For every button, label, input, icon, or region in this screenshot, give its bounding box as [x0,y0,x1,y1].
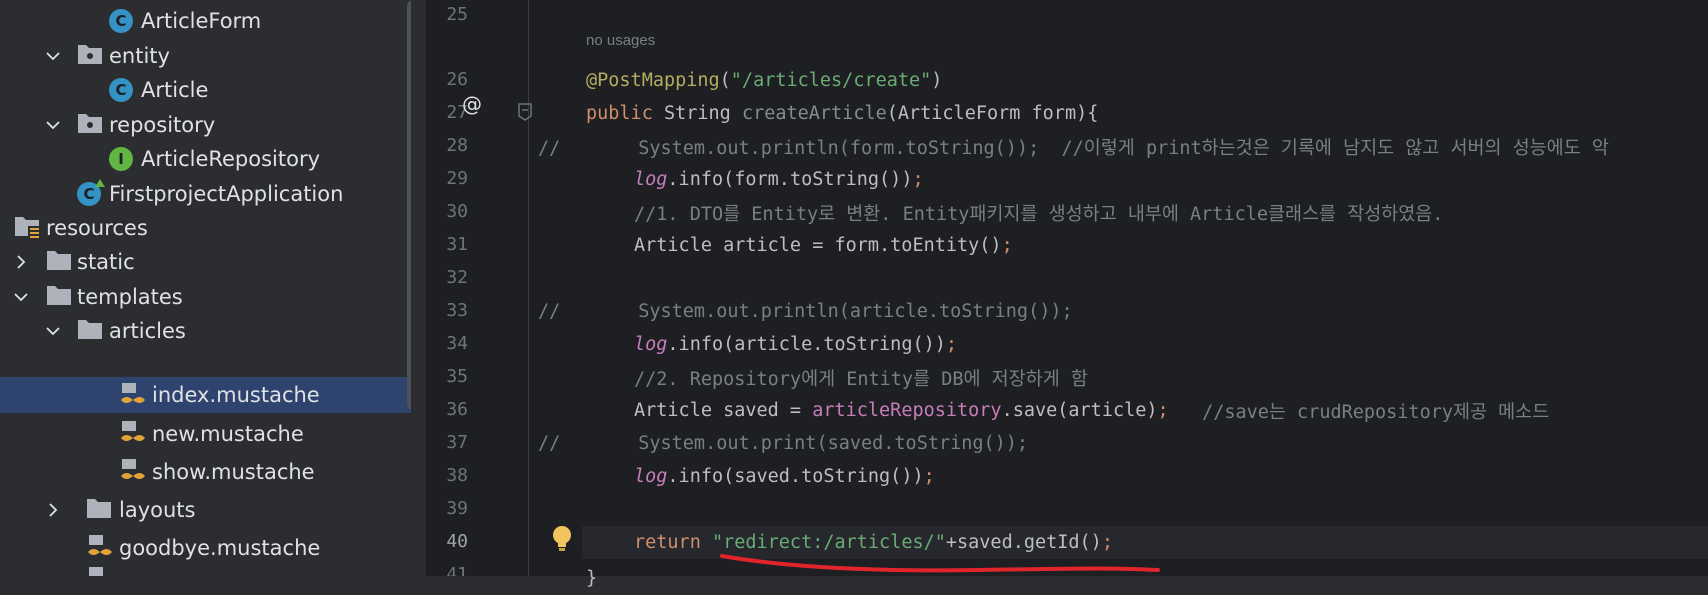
code-line-38: log .info(saved.toString()); [634,466,935,487]
mustache-file-icon [119,458,145,484]
tree-item-entity[interactable]: entity [0,37,411,74]
line-number: 31 [446,234,468,255]
run-marker-icon [95,179,105,187]
line-number-current: 40 [446,531,468,552]
tree-item-templates[interactable]: templates [0,278,411,315]
code-line-36: Article saved = articleRepository .save(a… [634,400,1550,423]
tree-item-new-mustache[interactable]: new.mustache [0,415,411,452]
folder-icon [46,283,72,309]
code-line-35: //2. Repository에게 Entity를 DB에 저장하게 함 [634,368,1088,390]
code-line-30: //1. DTO를 Entity로 변환. Entity패키지를 생성하고 내부… [634,203,1444,225]
tree-item-firstprojectapplication[interactable]: C FirstprojectApplication [0,175,411,212]
line-number: 34 [446,333,468,354]
lightbulb-icon[interactable] [551,525,573,553]
red-underline-annotation [720,554,1160,573]
line-number: 29 [446,168,468,189]
folder-icon [46,248,72,274]
tree-item-partial [0,566,411,576]
line-number: 32 [446,267,468,288]
package-folder-icon [77,42,103,68]
line-number: 33 [446,300,468,321]
tree-item-index-mustache[interactable]: index.mustache [0,377,411,413]
mustache-file-icon [86,534,112,560]
tree-item-article[interactable]: C Article [0,71,411,108]
code-line-34: log .info(article.toString()); [634,334,958,355]
tree-item-goodbye-mustache[interactable]: goodbye.mustache [0,529,411,566]
code-lines: @PostMapping("/articles/create") public … [526,0,1708,589]
line-number: 38 [446,465,468,486]
line-number: 25 [446,4,468,25]
chevron-down-icon[interactable] [42,114,64,136]
line-number: 37 [446,432,468,453]
package-folder-icon [77,111,103,137]
code-line-31: Article article = form.toEntity(); [634,235,1013,256]
tree-item-static[interactable]: static [0,243,411,280]
line-number: 36 [446,399,468,420]
line-number: 39 [446,498,468,519]
class-icon: C [109,77,133,102]
line-number: 35 [446,366,468,387]
tree-item-articles[interactable]: articles [0,312,411,349]
line-number: 30 [446,201,468,222]
override-marker-icon[interactable]: @ [462,92,482,116]
chevron-down-icon[interactable] [10,286,32,308]
resources-folder-icon [14,214,40,240]
tree-item-articlerepository[interactable]: I ArticleRepository [0,140,411,177]
code-line-26: @PostMapping("/articles/create") [586,70,943,91]
folder-icon [77,317,103,343]
class-icon: C [109,8,133,33]
chevron-right-icon[interactable] [10,251,32,273]
tree-item-show-mustache[interactable]: show.mustache [0,453,411,490]
line-number: 41 [446,564,468,576]
code-line-33: // System.out.println(article.toString()… [538,301,1073,322]
line-number: 28 [446,135,468,156]
line-number: 26 [446,69,468,90]
chevron-down-icon[interactable] [42,45,64,67]
chevron-right-icon[interactable] [42,499,64,521]
chevron-down-icon[interactable] [42,320,64,342]
code-line-29: log .info(form.toString()); [634,169,924,190]
mustache-file-icon [119,420,145,446]
tree-item-articleform[interactable]: C ArticleForm [0,2,411,39]
mustache-file-icon [119,382,145,408]
mustache-file-icon [86,566,112,576]
interface-icon: I [109,146,133,171]
project-tree: C ArticleForm entity C Article repositor… [0,0,411,576]
tree-item-resources[interactable]: resources [0,209,411,246]
code-line-37: // System.out.print(saved.toString()); [538,433,1029,454]
code-line-27: public String createArticle (ArticleForm … [586,103,1099,124]
folder-icon [86,496,112,522]
tree-item-repository[interactable]: repository [0,106,411,143]
code-line-28: // System.out.println(form.toString()); … [538,137,1609,159]
tree-item-layouts[interactable]: layouts [0,491,411,528]
line-gutter: 25 26 27 28 29 30 31 32 33 34 35 36 37 3… [428,0,526,576]
tree-scrollbar[interactable] [407,0,411,410]
